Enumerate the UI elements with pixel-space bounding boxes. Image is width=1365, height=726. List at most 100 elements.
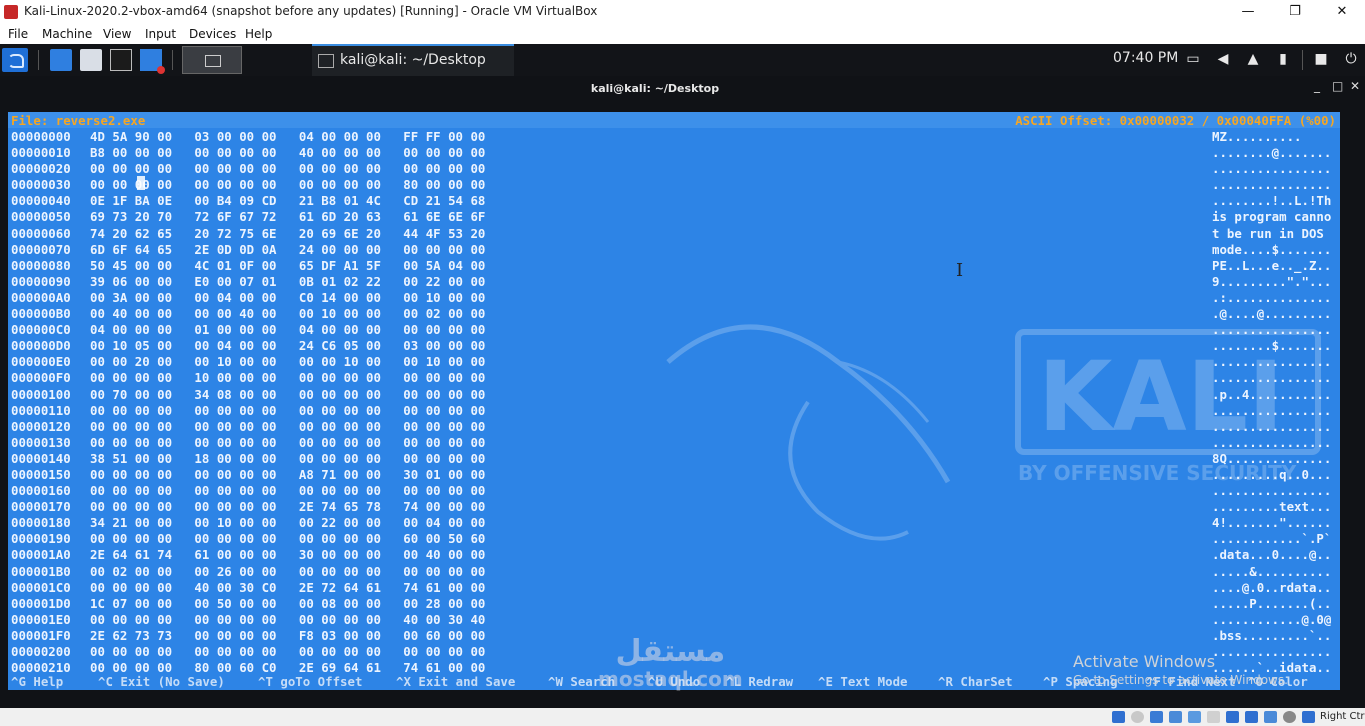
- kali-menu-button[interactable]: [2, 48, 28, 72]
- row-ascii[interactable]: ............`.P`: [1212, 531, 1331, 546]
- display-status-icon[interactable]: [1226, 711, 1239, 723]
- row-hex-bytes[interactable]: 00 00 00 00 00 00 00 00 A8 71 00 00 30 0…: [90, 467, 485, 482]
- row-ascii[interactable]: ................: [1212, 354, 1331, 369]
- usb-icon[interactable]: [1188, 711, 1201, 723]
- menu-devices[interactable]: Devices: [189, 27, 236, 41]
- row-ascii[interactable]: PE..L...e.._.Z..: [1212, 258, 1331, 273]
- close-button[interactable]: ✕: [1319, 0, 1365, 24]
- hex-row[interactable]: 00000000 4D 5A 90 00 03 00 00 00 04 00 00…: [8, 129, 1340, 145]
- terminal-maximize-button[interactable]: □: [1332, 79, 1343, 93]
- volume-icon[interactable]: ◀: [1214, 51, 1232, 67]
- row-ascii[interactable]: ................: [1212, 177, 1331, 192]
- row-hex-bytes[interactable]: 34 21 00 00 00 10 00 00 00 22 00 00 00 0…: [90, 515, 485, 530]
- hex-row[interactable]: 00000120 00 00 00 00 00 00 00 00 00 00 00…: [8, 419, 1340, 435]
- hex-row[interactable]: 00000020 00 00 00 00 00 00 00 00 00 00 00…: [8, 161, 1340, 177]
- row-hex-bytes[interactable]: 74 20 62 65 20 72 75 6E 20 69 6E 20 44 4…: [90, 226, 485, 241]
- row-hex-bytes[interactable]: 00 00 00 00 00 00 00 00 00 00 00 00 00 0…: [90, 403, 485, 418]
- row-hex-bytes[interactable]: 00 00 00 00 00 00 00 00 00 00 00 00 80 0…: [90, 177, 485, 192]
- hex-row[interactable]: 000000B0 00 40 00 00 00 00 40 00 00 10 00…: [8, 306, 1340, 322]
- hex-row[interactable]: 00000170 00 00 00 00 00 00 00 00 2E 74 65…: [8, 499, 1340, 515]
- row-ascii[interactable]: ............@.0@: [1212, 612, 1331, 627]
- row-ascii[interactable]: .p..4...........: [1212, 387, 1331, 402]
- maximize-button[interactable]: ❐: [1272, 0, 1318, 24]
- row-ascii[interactable]: .bss.........`..: [1212, 628, 1331, 643]
- hex-row[interactable]: 00000100 00 70 00 00 34 08 00 00 00 00 00…: [8, 387, 1340, 403]
- hard-disk-icon[interactable]: [1112, 711, 1125, 723]
- row-ascii[interactable]: 9........."."...: [1212, 274, 1331, 289]
- row-ascii[interactable]: 4!......."......: [1212, 515, 1331, 530]
- row-hex-bytes[interactable]: 04 00 00 00 01 00 00 00 04 00 00 00 00 0…: [90, 322, 485, 337]
- row-hex-bytes[interactable]: 00 00 00 00 00 00 00 00 00 00 00 00 60 0…: [90, 531, 485, 546]
- row-hex-bytes[interactable]: 00 00 00 00 00 00 00 00 00 00 00 00 00 0…: [90, 419, 485, 434]
- hex-row[interactable]: 000000C0 04 00 00 00 01 00 00 00 04 00 00…: [8, 322, 1340, 338]
- row-ascii[interactable]: ................: [1212, 483, 1331, 498]
- hex-row[interactable]: 00000060 74 20 62 65 20 72 75 6E 20 69 6E…: [8, 226, 1340, 242]
- row-ascii[interactable]: t be run in DOS: [1212, 226, 1331, 241]
- row-hex-bytes[interactable]: 00 00 00 00 00 00 00 00 00 00 00 00 00 0…: [90, 644, 485, 659]
- terminal-close-button[interactable]: ✕: [1350, 79, 1360, 93]
- hex-row[interactable]: 00000160 00 00 00 00 00 00 00 00 00 00 00…: [8, 483, 1340, 499]
- terminal-body[interactable]: KALI BY OFFENSIVE SECURITY File: reverse…: [0, 100, 1365, 708]
- row-hex-bytes[interactable]: 69 73 20 70 72 6F 67 72 61 6D 20 63 61 6…: [90, 209, 485, 224]
- row-hex-bytes[interactable]: 00 00 00 00 10 00 00 00 00 00 00 00 00 0…: [90, 370, 485, 385]
- menu-file[interactable]: File: [8, 27, 28, 41]
- row-hex-bytes[interactable]: 00 00 00 00 40 00 30 C0 2E 72 64 61 74 6…: [90, 580, 485, 595]
- menu-machine[interactable]: Machine: [42, 27, 92, 41]
- row-hex-bytes[interactable]: 00 3A 00 00 00 04 00 00 C0 14 00 00 00 1…: [90, 290, 485, 305]
- hex-row[interactable]: 00000130 00 00 00 00 00 00 00 00 00 00 00…: [8, 435, 1340, 451]
- hex-row[interactable]: 00000180 34 21 00 00 00 10 00 00 00 22 00…: [8, 515, 1340, 531]
- browser-icon[interactable]: [140, 49, 165, 74]
- hex-row[interactable]: 00000150 00 00 00 00 00 00 00 00 A8 71 00…: [8, 467, 1340, 483]
- row-ascii[interactable]: ................: [1212, 403, 1331, 418]
- row-hex-bytes[interactable]: 50 45 00 00 4C 01 0F 00 65 DF A1 5F 00 5…: [90, 258, 485, 273]
- row-ascii[interactable]: is program canno: [1212, 209, 1331, 224]
- notification-bell-icon[interactable]: ▲: [1244, 51, 1262, 67]
- hex-row[interactable]: 00000040 0E 1F BA 0E 00 B4 09 CD 21 B8 01…: [8, 193, 1340, 209]
- battery-icon[interactable]: ▮: [1274, 51, 1292, 67]
- terminal-icon[interactable]: [110, 49, 132, 71]
- hex-row[interactable]: 000001B0 00 02 00 00 00 26 00 00 00 00 00…: [8, 564, 1340, 580]
- row-ascii[interactable]: .....P.......(..: [1212, 596, 1331, 611]
- clock[interactable]: 07:40 PM: [1113, 50, 1178, 66]
- network-icon[interactable]: [1169, 711, 1182, 723]
- row-ascii[interactable]: .....&..........: [1212, 564, 1331, 579]
- row-hex-bytes[interactable]: 38 51 00 00 18 00 00 00 00 00 00 00 00 0…: [90, 451, 485, 466]
- row-hex-bytes[interactable]: 00 02 00 00 00 26 00 00 00 00 00 00 00 0…: [90, 564, 485, 579]
- show-desktop-icon[interactable]: [50, 49, 72, 71]
- keyboard-icon[interactable]: [1302, 711, 1315, 723]
- minimize-button[interactable]: —: [1225, 0, 1271, 24]
- optical-drive-icon[interactable]: [1131, 711, 1144, 723]
- row-ascii[interactable]: ....@.0..rdata..: [1212, 580, 1331, 595]
- row-hex-bytes[interactable]: 00 40 00 00 00 00 40 00 00 10 00 00 00 0…: [90, 306, 485, 321]
- menu-help[interactable]: Help: [245, 27, 272, 41]
- row-hex-bytes[interactable]: 00 00 00 00 00 00 00 00 00 00 00 00 40 0…: [90, 612, 485, 627]
- hex-editor-screen[interactable]: KALI BY OFFENSIVE SECURITY File: reverse…: [8, 112, 1340, 690]
- row-ascii[interactable]: ................: [1212, 370, 1331, 385]
- row-hex-bytes[interactable]: 00 00 00 00 00 00 00 00 2E 74 65 78 74 0…: [90, 499, 485, 514]
- hex-row[interactable]: 00000080 50 45 00 00 4C 01 0F 00 65 DF A1…: [8, 258, 1340, 274]
- hex-rows[interactable]: 00000000 4D 5A 90 00 03 00 00 00 04 00 00…: [8, 129, 1340, 676]
- row-hex-bytes[interactable]: 00 00 20 00 00 10 00 00 00 00 10 00 00 1…: [90, 354, 485, 369]
- power-icon[interactable]: ⏻: [1342, 51, 1360, 67]
- hex-row[interactable]: 000001E0 00 00 00 00 00 00 00 00 00 00 00…: [8, 612, 1340, 628]
- menu-view[interactable]: View: [103, 27, 131, 41]
- hex-row[interactable]: 00000050 69 73 20 70 72 6F 67 72 61 6D 20…: [8, 209, 1340, 225]
- row-hex-bytes[interactable]: 00 00 00 00 00 00 00 00 00 00 00 00 00 0…: [90, 435, 485, 450]
- row-hex-bytes[interactable]: 00 70 00 00 34 08 00 00 00 00 00 00 00 0…: [90, 387, 485, 402]
- row-ascii[interactable]: .:..............: [1212, 290, 1331, 305]
- row-ascii[interactable]: .@....@.........: [1212, 306, 1331, 321]
- row-ascii[interactable]: ........@.......: [1212, 145, 1331, 160]
- cpu-icon[interactable]: [1264, 711, 1277, 723]
- display-icon[interactable]: ▭: [1184, 51, 1202, 67]
- row-hex-bytes[interactable]: 00 10 05 00 00 04 00 00 24 C6 05 00 03 0…: [90, 338, 485, 353]
- hex-row[interactable]: 000000D0 00 10 05 00 00 04 00 00 24 C6 05…: [8, 338, 1340, 354]
- row-hex-bytes[interactable]: 2E 62 73 73 00 00 00 00 F8 03 00 00 00 6…: [90, 628, 485, 643]
- row-hex-bytes[interactable]: 1C 07 00 00 00 50 00 00 00 08 00 00 00 2…: [90, 596, 485, 611]
- hex-row[interactable]: 000000F0 00 00 00 00 10 00 00 00 00 00 00…: [8, 370, 1340, 386]
- row-hex-bytes[interactable]: 00 00 00 00 00 00 00 00 00 00 00 00 00 0…: [90, 483, 485, 498]
- row-ascii[interactable]: ........$.......: [1212, 338, 1331, 353]
- row-ascii[interactable]: .........q..0...: [1212, 467, 1331, 482]
- workspace-switcher[interactable]: [182, 46, 242, 74]
- lock-icon[interactable]: ■: [1312, 51, 1330, 67]
- terminal-minimize-button[interactable]: _: [1314, 79, 1320, 93]
